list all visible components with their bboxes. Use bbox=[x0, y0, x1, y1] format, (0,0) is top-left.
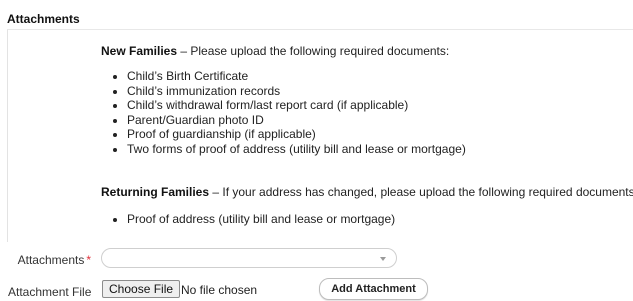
attachments-select[interactable] bbox=[101, 248, 397, 268]
required-mark: * bbox=[86, 253, 91, 267]
returning-families-heading: Returning Families bbox=[101, 185, 210, 199]
list-item: Proof of guardianship (if applicable) bbox=[127, 127, 466, 142]
list-item: Child’s immunization records bbox=[127, 84, 466, 99]
file-status-text: No file chosen bbox=[181, 283, 258, 297]
add-attachment-button[interactable]: Add Attachment bbox=[319, 278, 428, 300]
new-families-heading: New Families bbox=[101, 44, 178, 58]
attachments-label: Attachments * bbox=[18, 253, 91, 267]
new-families-text: – Please upload the following required d… bbox=[177, 44, 450, 58]
choose-file-button[interactable]: Choose File bbox=[102, 280, 181, 298]
chevron-down-icon bbox=[380, 257, 386, 261]
returning-families-text: – If your address has changed, please up… bbox=[209, 185, 633, 199]
new-families-document-list: Child’s Birth Certificate Child’s immuni… bbox=[101, 69, 466, 156]
attachment-file-label: Attachment File bbox=[8, 285, 92, 299]
new-families-instructions: New Families – Please upload the followi… bbox=[101, 44, 449, 58]
list-item: Child’s withdrawal form/last report card… bbox=[127, 98, 466, 113]
list-item: Two forms of proof of address (utility b… bbox=[127, 142, 466, 157]
returning-families-instructions: Returning Families – If your address has… bbox=[101, 185, 633, 199]
list-item: Child’s Birth Certificate bbox=[127, 69, 466, 84]
attachments-label-text: Attachments bbox=[17, 253, 85, 267]
section-title: Attachments bbox=[7, 12, 80, 26]
returning-families-document-list: Proof of address (utility bill and lease… bbox=[101, 212, 395, 227]
list-item: Parent/Guardian photo ID bbox=[127, 113, 466, 128]
list-item: Proof of address (utility bill and lease… bbox=[127, 212, 395, 227]
